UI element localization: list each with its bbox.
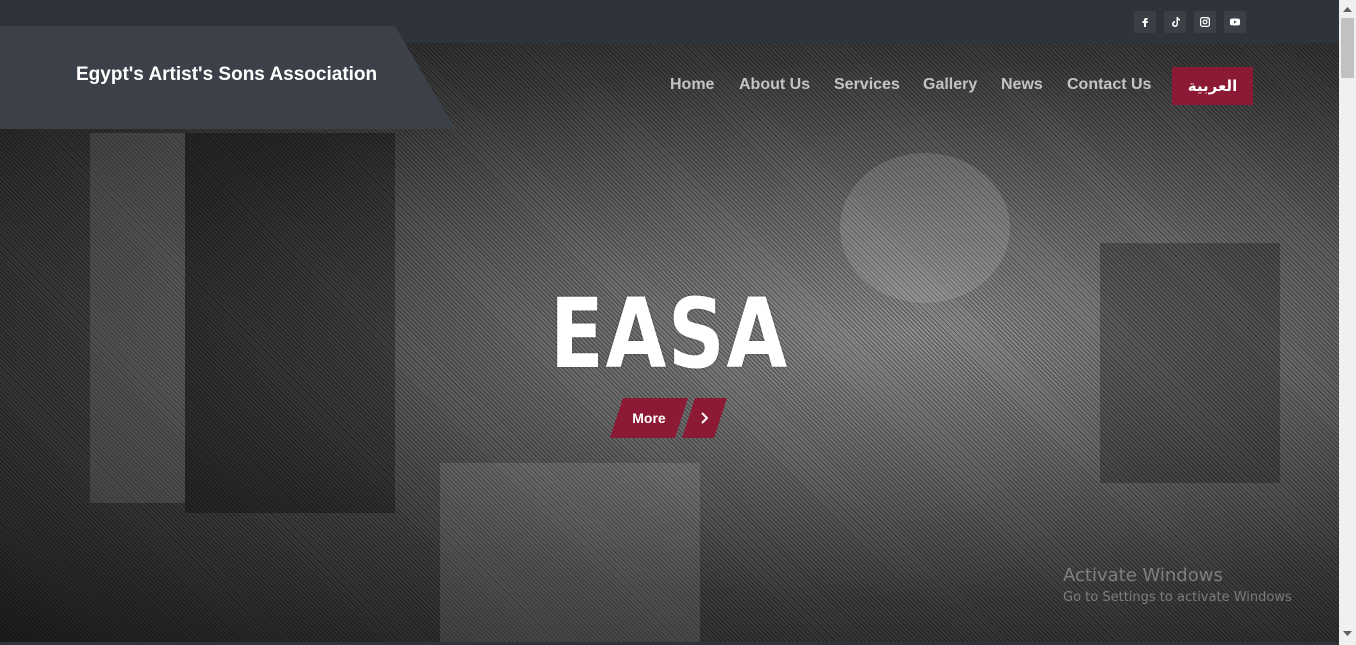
nav-link[interactable]: Services [834,76,900,93]
nav-link[interactable]: News [1001,76,1043,93]
scroll-thumb[interactable] [1341,18,1354,78]
tiktok-icon[interactable] [1164,11,1186,33]
more-button[interactable]: More [610,398,688,438]
scroll-up-arrow-icon[interactable] [1339,0,1356,17]
activate-windows-subtitle: Go to Settings to activate Windows [1063,590,1292,605]
nav-home[interactable]: Home [670,76,714,94]
activate-windows-title: Activate Windows [1063,565,1223,586]
instagram-icon[interactable] [1194,11,1216,33]
chevron-right-icon [700,412,710,424]
hero-bg-shape [440,463,700,642]
nav-link[interactable]: Contact Us [1067,76,1151,93]
language-toggle-button[interactable]: العربية [1172,67,1253,105]
facebook-icon[interactable] [1134,11,1156,33]
vertical-scrollbar[interactable] [1339,0,1356,645]
site-title[interactable]: Egypt's Artist's Sons Association [76,64,377,86]
youtube-icon[interactable] [1224,11,1246,33]
scroll-down-arrow-icon[interactable] [1339,625,1356,642]
nav-gallery[interactable]: Gallery [923,76,977,94]
hero-headline: EASA [550,278,789,390]
nav-link[interactable]: Home [670,76,714,93]
nav-services[interactable]: Services [834,76,900,94]
nav-link[interactable]: Gallery [923,76,977,93]
nav-link[interactable]: About Us [739,76,810,93]
nav-contact-us[interactable]: Contact Us [1067,76,1151,94]
nav-news[interactable]: News [1001,76,1043,94]
nav-about-us[interactable]: About Us [739,76,810,94]
